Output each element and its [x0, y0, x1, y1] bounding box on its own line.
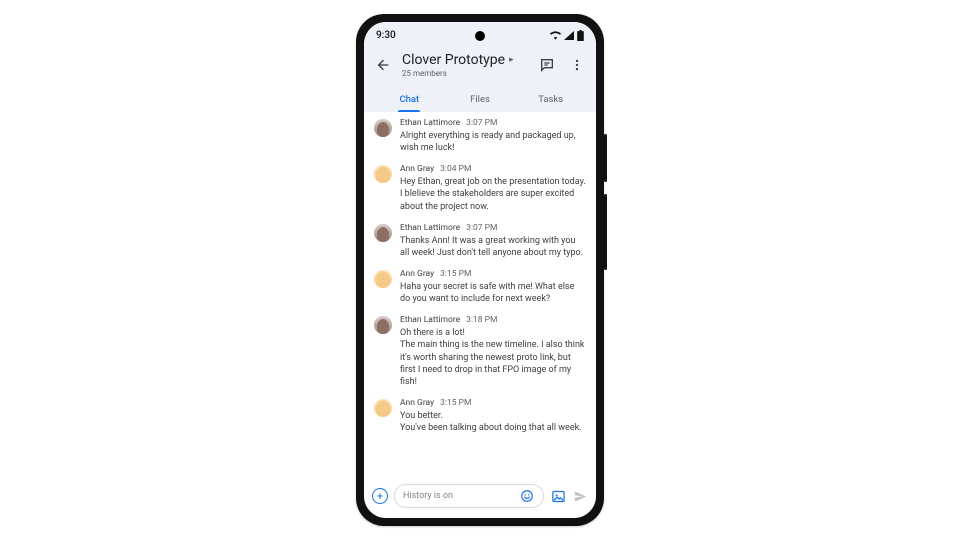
avatar: [374, 119, 392, 137]
message-time: 3:18 PM: [466, 315, 497, 325]
chat-title-block[interactable]: Clover Prototype ▸ 25 members: [402, 52, 528, 78]
message-body: Haha your secret is safe with me! What e…: [400, 281, 586, 305]
message-input[interactable]: History is on: [394, 484, 544, 508]
status-time: 9:30: [376, 30, 396, 41]
message-time: 3:04 PM: [440, 164, 471, 174]
message-list[interactable]: Ethan Lattimore 3:07 PM Alright everything…: [364, 112, 596, 478]
phone-frame: 9:30: [356, 14, 604, 526]
tab-tasks[interactable]: Tasks: [515, 88, 586, 112]
wifi-icon: [550, 31, 561, 40]
message-author: Ethan Lattimore: [400, 118, 460, 128]
message-time: 3:15 PM: [440, 398, 471, 408]
input-placeholder: History is on: [403, 491, 513, 501]
message-author: Ann Gray: [400, 398, 434, 408]
message[interactable]: Ann Gray 3:15 PM You better.You've been ta…: [374, 398, 586, 434]
message[interactable]: Ethan Lattimore 3:07 PM Thanks Ann! It was…: [374, 223, 586, 259]
message[interactable]: Ethan Lattimore 3:07 PM Alright everything…: [374, 118, 586, 154]
side-button: [604, 134, 607, 182]
message-time: 3:07 PM: [466, 223, 497, 233]
message-time: 3:15 PM: [440, 269, 471, 279]
more-menu-icon[interactable]: [568, 56, 586, 74]
tab-files[interactable]: Files: [445, 88, 516, 112]
tab-chat[interactable]: Chat: [374, 88, 445, 112]
avatar: [374, 399, 392, 417]
message[interactable]: Ann Gray 3:04 PM Hey Ethan, great job on t…: [374, 164, 586, 212]
avatar: [374, 165, 392, 183]
avatar: [374, 316, 392, 334]
back-button[interactable]: [374, 56, 392, 74]
battery-icon: [577, 30, 584, 41]
image-icon[interactable]: [550, 488, 566, 504]
message-time: 3:07 PM: [466, 118, 497, 128]
message-body: Alright everything is ready and packaged…: [400, 130, 586, 154]
send-button[interactable]: [572, 488, 588, 504]
chat-subtitle: 25 members: [402, 69, 528, 78]
tabs: Chat Files Tasks: [374, 88, 586, 112]
composer: + History is on: [364, 478, 596, 518]
message-author: Ethan Lattimore: [400, 223, 460, 233]
thread-icon[interactable]: [538, 56, 556, 74]
caret-right-icon: ▸: [509, 55, 514, 65]
message-body: Thanks Ann! It was a great working with …: [400, 235, 586, 259]
front-camera: [475, 31, 485, 41]
emoji-icon[interactable]: [519, 488, 535, 504]
avatar: [374, 270, 392, 288]
side-button: [604, 194, 607, 270]
message-author: Ann Gray: [400, 269, 434, 279]
message-author: Ann Gray: [400, 164, 434, 174]
cellular-icon: [564, 31, 574, 40]
message[interactable]: Ethan Lattimore 3:18 PM Oh there is a lot!…: [374, 315, 586, 388]
add-button[interactable]: +: [372, 488, 388, 504]
message-body: Hey Ethan, great job on the presentation…: [400, 176, 586, 212]
message[interactable]: Ann Gray 3:15 PM Haha your secret is safe …: [374, 269, 586, 305]
avatar: [374, 224, 392, 242]
chat-title: Clover Prototype: [402, 52, 505, 68]
message-author: Ethan Lattimore: [400, 315, 460, 325]
chat-header: Clover Prototype ▸ 25 members: [364, 48, 596, 112]
message-body: You better.You've been talking about doi…: [400, 410, 586, 434]
message-body: Oh there is a lot!The main thing is the …: [400, 327, 586, 388]
